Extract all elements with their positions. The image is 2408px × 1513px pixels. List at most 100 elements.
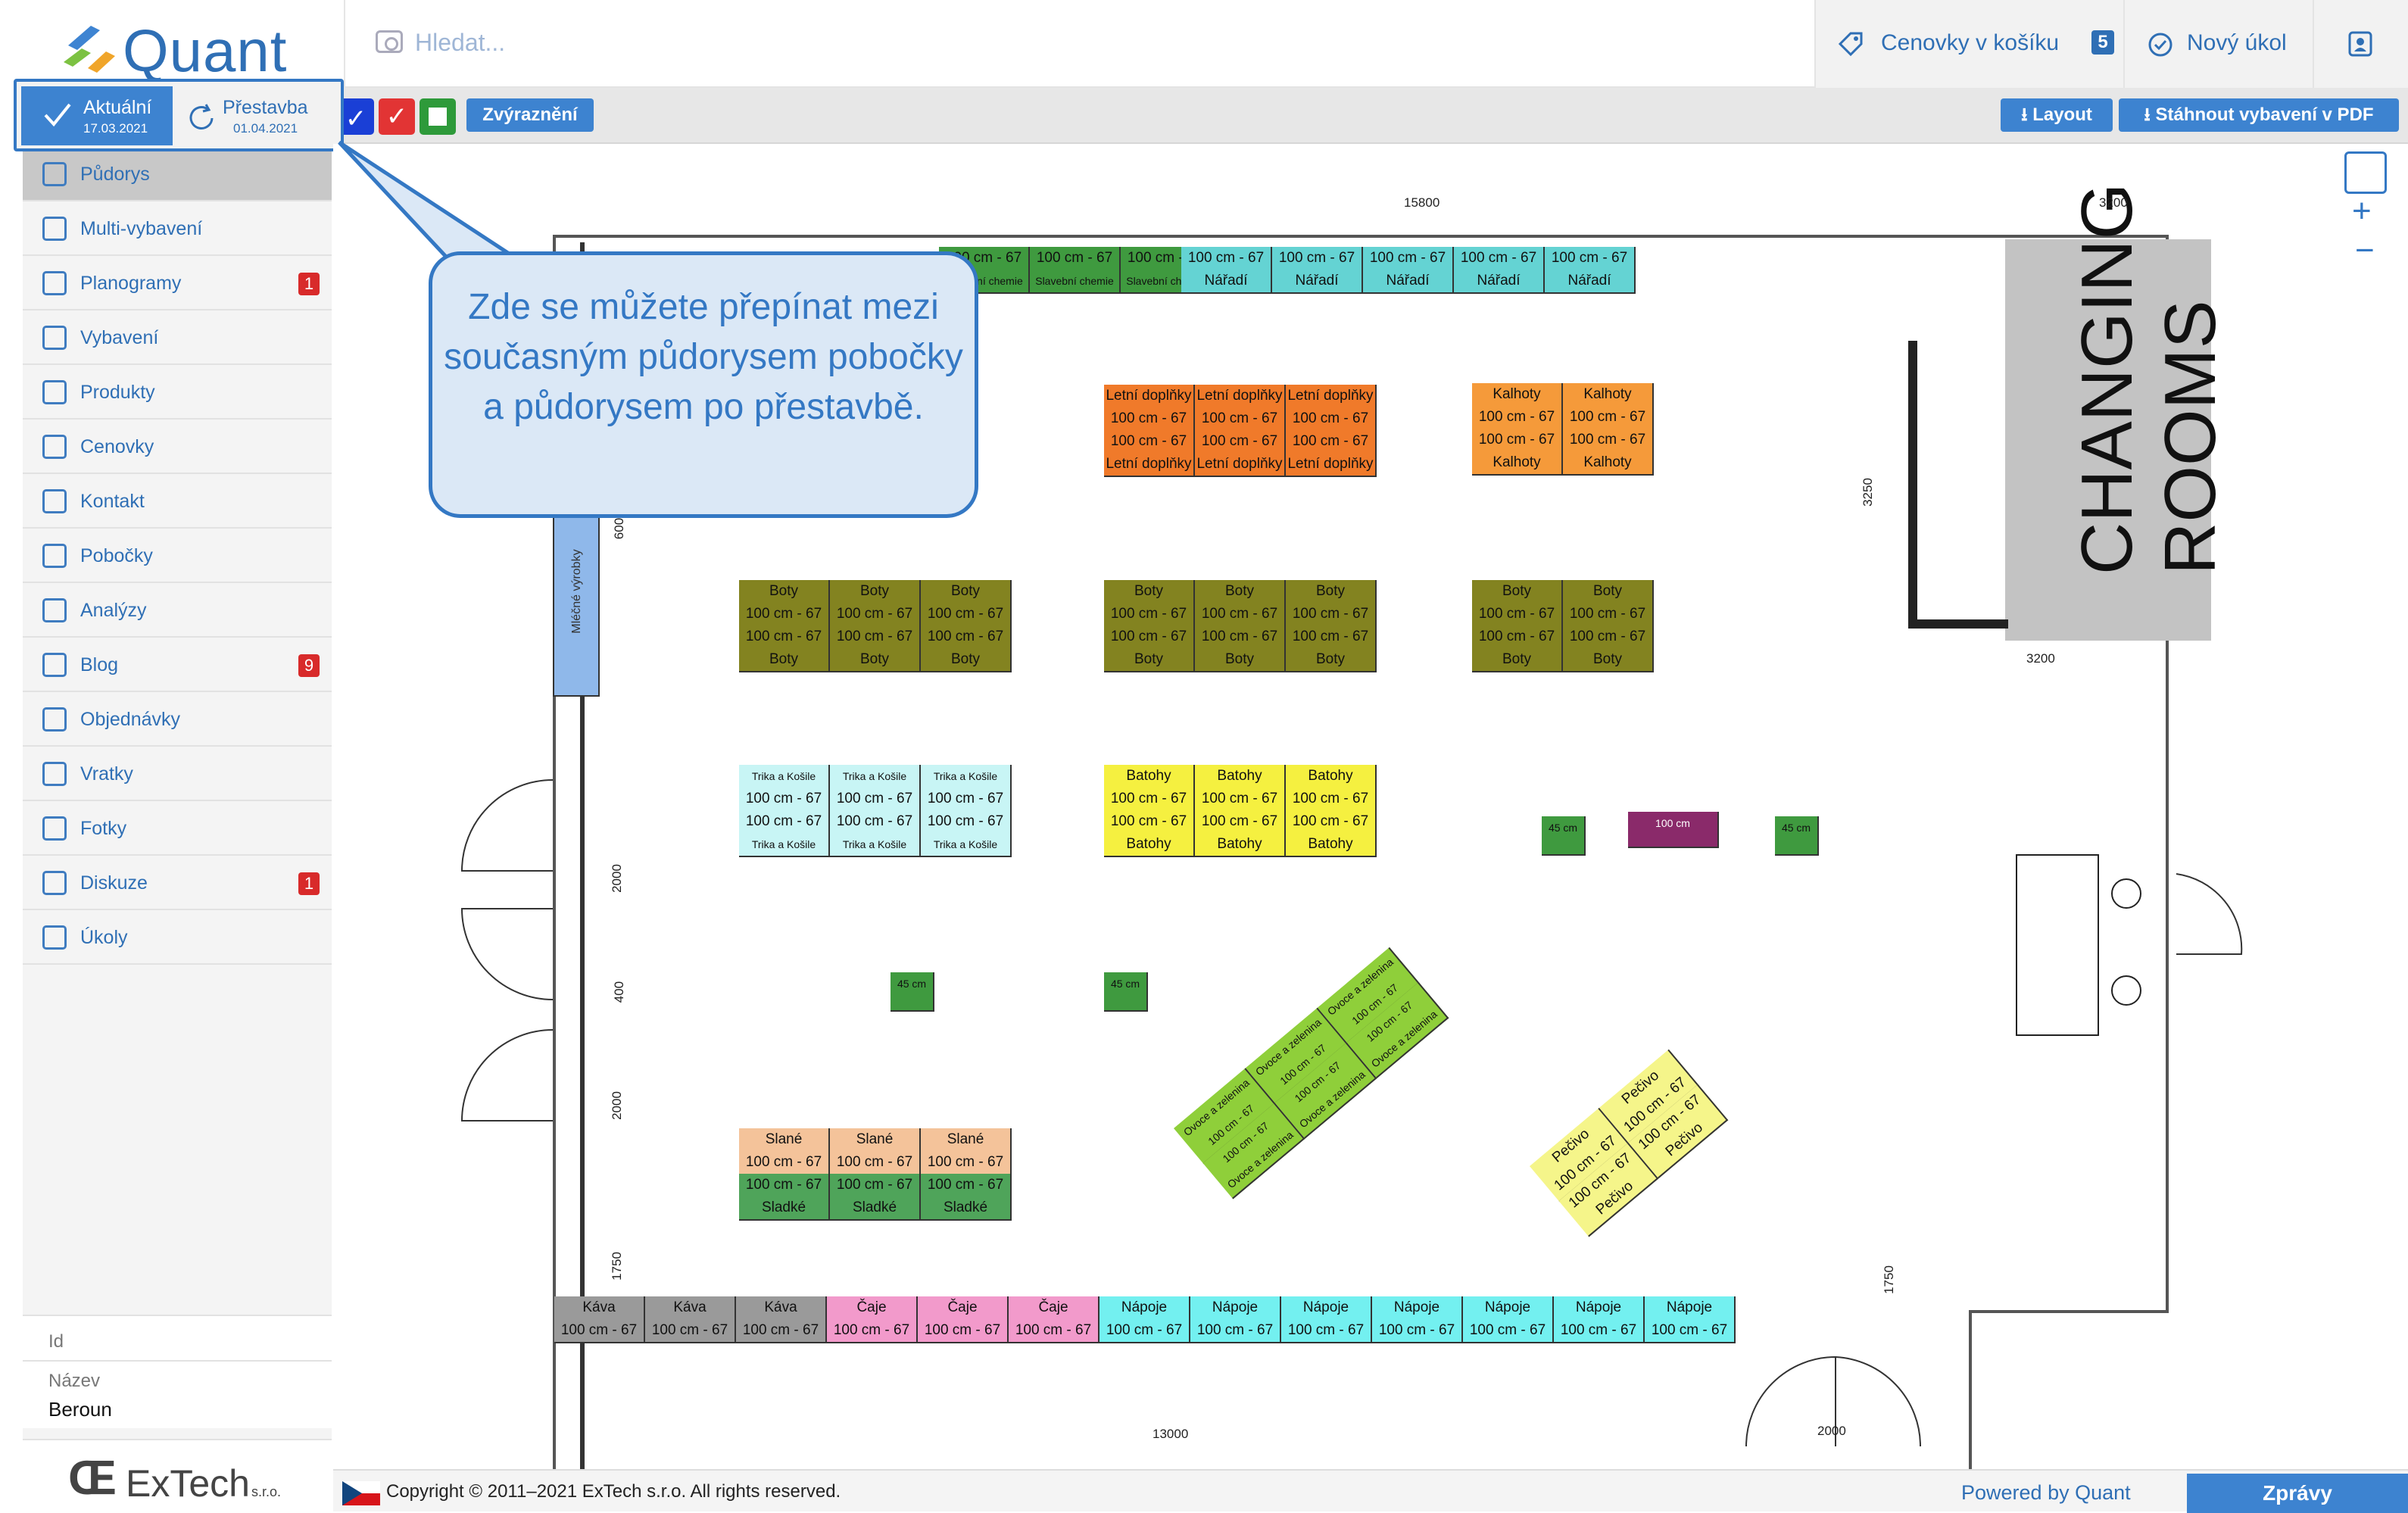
shelf[interactable]: Letní doplňky 100 cm - 67 xyxy=(1195,385,1286,432)
price-tags-cart-button[interactable]: Cenovky v košíku 5 xyxy=(1814,0,2123,88)
shelf[interactable]: 100 cm - 67 Letní doplňky xyxy=(1195,430,1286,477)
shelf[interactable]: Trika a Košile 100 cm - 67 xyxy=(830,765,921,812)
shelf[interactable]: 100 cm - 67 Trika a Košile xyxy=(830,810,921,857)
layout-button[interactable]: ⭳ Layout xyxy=(2001,98,2113,132)
new-task-button[interactable]: Nový úkol xyxy=(2123,0,2313,88)
shelf[interactable]: Boty 100 cm - 67 xyxy=(830,580,921,627)
shelf[interactable]: Kalhoty 100 cm - 67 xyxy=(1472,383,1563,430)
shelf[interactable]: 100 cm - 67 Batohy xyxy=(1104,810,1195,857)
shelf[interactable]: Letní doplňky 100 cm - 67 xyxy=(1286,385,1377,432)
camera-icon[interactable] xyxy=(376,30,403,53)
shelf[interactable]: Boty 100 cm - 67 xyxy=(1472,580,1563,627)
shelf[interactable]: Boty 100 cm - 67 xyxy=(1563,580,1654,627)
rotated-bakery-shelves[interactable]: Pečivo 100 cm - 67 Pečivo 100 cm - 67 100 cm… xyxy=(1530,1049,1729,1237)
current-version-tab[interactable]: Aktuální 17.03.2021 xyxy=(21,86,173,145)
shelf[interactable]: 100 cm - 67 Letní doplňky xyxy=(1286,430,1377,477)
shelf[interactable]: Boty 100 cm - 67 xyxy=(921,580,1012,627)
shelf[interactable]: 100 cm - 67 Boty xyxy=(1286,625,1377,672)
shelf[interactable]: 100 cm - 67 Nářadí xyxy=(1363,247,1454,294)
shelf[interactable]: 100 cm - 67 Slavební chemie xyxy=(1030,247,1121,294)
shelf[interactable]: 100 cm - 67 Boty xyxy=(1104,625,1195,672)
shelf[interactable]: Batohy 100 cm - 67 xyxy=(1195,765,1286,812)
shelf[interactable]: 45 cm xyxy=(1542,816,1586,856)
green-filter-checkbox[interactable] xyxy=(420,98,456,135)
shelf[interactable]: Kalhoty 100 cm - 67 xyxy=(1563,383,1654,430)
download-pdf-button[interactable]: ⭳ Stáhnout vybavení v PDF xyxy=(2119,98,2399,132)
user-profile-button[interactable] xyxy=(2313,0,2408,88)
sidebar-item-14[interactable]: Diskuze 1 xyxy=(23,856,332,910)
rebuild-version-tab[interactable]: Přestavba 01.04.2021 xyxy=(176,86,335,145)
shelf[interactable]: Slané 100 cm - 67 xyxy=(739,1128,830,1175)
shelf[interactable]: 100 cm - 67 Boty xyxy=(830,625,921,672)
zoom-out-icon[interactable]: − xyxy=(2355,232,2375,270)
shelf[interactable]: 100 cm - 67 Sladké xyxy=(830,1174,921,1221)
shelf[interactable]: Slané 100 cm - 67 xyxy=(921,1128,1012,1175)
sidebar-item-5[interactable]: Produkty xyxy=(23,365,332,420)
shelf[interactable]: 100 cm - 67 Trika a Košile xyxy=(921,810,1012,857)
messages-button[interactable]: Zprávy xyxy=(2187,1474,2408,1513)
shelf[interactable]: 100 cm - 67 Nářadí xyxy=(1454,247,1545,294)
shelf[interactable]: 100 cm - 67 Boty xyxy=(1195,625,1286,672)
sidebar-item-2[interactable]: Multi-vybavení xyxy=(23,201,332,256)
red-filter-checkbox[interactable]: ✓ xyxy=(379,98,415,135)
highlight-button[interactable]: Zvýraznění xyxy=(466,98,594,132)
shelf[interactable]: 100 cm xyxy=(1628,812,1719,848)
sidebar-item-13[interactable]: Fotky xyxy=(23,801,332,856)
shelf[interactable]: Káva 100 cm - 67 xyxy=(736,1296,827,1343)
shelf[interactable]: Nápoje 100 cm - 67 xyxy=(1190,1296,1281,1343)
sidebar-item-1[interactable]: Půdorys xyxy=(23,147,332,201)
shelf[interactable]: Káva 100 cm - 67 xyxy=(645,1296,736,1343)
checkout-counter[interactable] xyxy=(2016,854,2099,1036)
shelf[interactable]: 45 cm xyxy=(1104,972,1148,1012)
shelf[interactable]: 100 cm - 67 Kalhoty xyxy=(1563,429,1654,476)
shelf[interactable]: Boty 100 cm - 67 xyxy=(1195,580,1286,627)
shelf[interactable]: 45 cm xyxy=(891,972,934,1012)
shelf[interactable]: Mléčné výrobky xyxy=(553,500,600,697)
sidebar-item-8[interactable]: Pobočky xyxy=(23,529,332,583)
sidebar-item-3[interactable]: Planogramy 1 xyxy=(23,256,332,310)
czech-flag-icon[interactable] xyxy=(342,1481,380,1505)
shelf[interactable]: Boty 100 cm - 67 xyxy=(1104,580,1195,627)
shelf[interactable]: 100 cm - 67 Boty xyxy=(739,625,830,672)
shelf[interactable]: Nápoje 100 cm - 67 xyxy=(1463,1296,1554,1343)
shelf[interactable]: Letní doplňky 100 cm - 67 xyxy=(1104,385,1195,432)
shelf[interactable]: 100 cm - 67 Boty xyxy=(1472,625,1563,672)
shelf[interactable]: 100 cm - 67 Batohy xyxy=(1195,810,1286,857)
sidebar-item-11[interactable]: Objednávky xyxy=(23,692,332,747)
shelf[interactable]: Nápoje 100 cm - 67 xyxy=(1100,1296,1190,1343)
shelf[interactable]: Čaje 100 cm - 67 xyxy=(1009,1296,1100,1343)
shelf[interactable]: 100 cm - 67 Nářadí xyxy=(1181,247,1272,294)
shelf[interactable]: 45 cm xyxy=(1775,816,1819,856)
shelf[interactable]: 100 cm - 67 Sladké xyxy=(739,1174,830,1221)
sidebar-item-10[interactable]: Blog 9 xyxy=(23,638,332,692)
shelf[interactable]: 100 cm - 67 Nářadí xyxy=(1545,247,1636,294)
shelf[interactable]: Káva 100 cm - 67 xyxy=(554,1296,645,1343)
shelf[interactable]: 100 cm - 67 Boty xyxy=(1563,625,1654,672)
fit-screen-icon[interactable] xyxy=(2344,151,2387,194)
shelf[interactable]: Batohy 100 cm - 67 xyxy=(1286,765,1377,812)
zoom-in-icon[interactable]: + xyxy=(2352,192,2372,230)
shelf[interactable]: Trika a Košile 100 cm - 67 xyxy=(739,765,830,812)
shelf[interactable]: 100 cm - 67 Batohy xyxy=(1286,810,1377,857)
shelf[interactable]: Batohy 100 cm - 67 xyxy=(1104,765,1195,812)
shelf[interactable]: 100 cm - 67 Boty xyxy=(921,625,1012,672)
rotated-produce-shelves[interactable]: Ovoce a zelenina 100 cm - 67 Ovoce a zelen… xyxy=(1174,944,1452,1199)
shelf[interactable]: 100 cm - 67 Letní doplňky xyxy=(1104,430,1195,477)
shelf[interactable]: Čaje 100 cm - 67 xyxy=(918,1296,1009,1343)
shelf[interactable]: 100 cm - 67 Sladké xyxy=(921,1174,1012,1221)
shelf[interactable]: Nápoje 100 cm - 67 xyxy=(1554,1296,1645,1343)
shelf[interactable]: 100 cm - 67 Nářadí xyxy=(1272,247,1363,294)
search-input[interactable]: Hledat... xyxy=(415,29,505,57)
shelf[interactable]: Boty 100 cm - 67 xyxy=(739,580,830,627)
shelf[interactable]: 100 cm - 67 Trika a Košile xyxy=(739,810,830,857)
sidebar-item-15[interactable]: Úkoly xyxy=(23,910,332,965)
shelf[interactable]: Nápoje 100 cm - 67 xyxy=(1372,1296,1463,1343)
shelf[interactable]: Nápoje 100 cm - 67 xyxy=(1281,1296,1372,1343)
shelf[interactable]: Slané 100 cm - 67 xyxy=(830,1128,921,1175)
shelf[interactable]: Boty 100 cm - 67 xyxy=(1286,580,1377,627)
shelf[interactable]: Čaje 100 cm - 67 xyxy=(827,1296,918,1343)
sidebar-item-7[interactable]: Kontakt xyxy=(23,474,332,529)
shelf[interactable]: Nápoje 100 cm - 67 xyxy=(1645,1296,1736,1343)
search-bar[interactable]: Hledat... xyxy=(344,0,1783,88)
sidebar-item-12[interactable]: Vratky xyxy=(23,747,332,801)
